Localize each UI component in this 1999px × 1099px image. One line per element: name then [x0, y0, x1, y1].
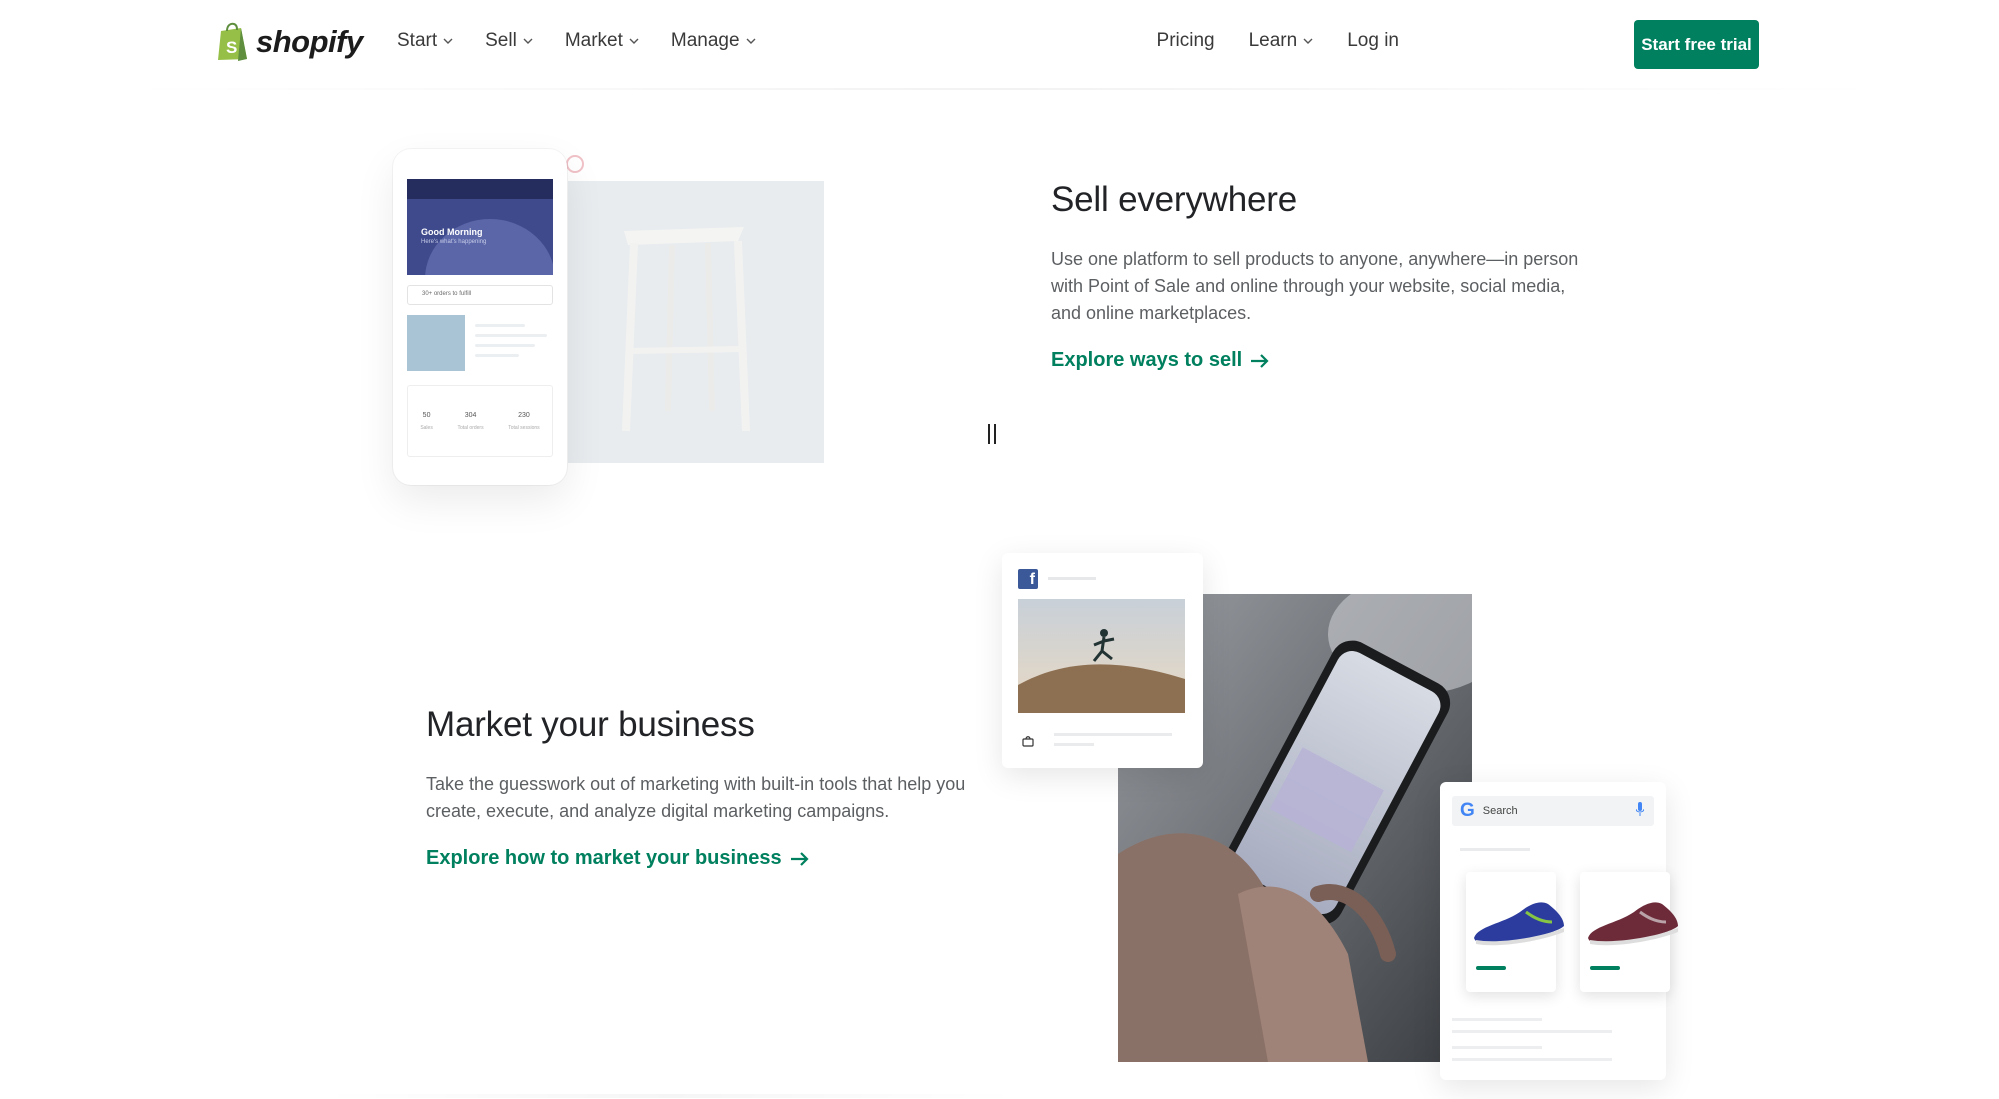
- nav-manage-label: Manage: [670, 30, 740, 51]
- market-your-business-section: Market your business Take the guesswork …: [426, 705, 966, 870]
- page: S shopify Start Sell Market Manage Prici…: [0, 0, 1999, 1099]
- explore-how-to-market-link[interactable]: Explore how to market your business: [426, 847, 810, 870]
- placeholder-line: [475, 344, 535, 347]
- stat-orders: 304 Total orders: [457, 398, 483, 456]
- logo-text: shopify: [256, 24, 363, 59]
- stat-value: 230: [518, 412, 530, 419]
- chevron-down-icon: [1303, 38, 1313, 44]
- chevron-down-icon: [746, 38, 756, 44]
- price-bar: [1590, 966, 1620, 970]
- placeholder-line: [1054, 733, 1172, 736]
- placeholder-line: [1054, 743, 1094, 746]
- phone-top-bar: [407, 179, 553, 199]
- shoe-product-card-blue[interactable]: [1466, 872, 1564, 992]
- placeholder-line: [1452, 1018, 1542, 1021]
- blue-shoe-image: [1474, 902, 1564, 946]
- profile-icon: [566, 155, 584, 173]
- shopify-logo[interactable]: S shopify: [216, 22, 363, 62]
- header-divider: [118, 88, 1890, 90]
- section-divider: [320, 1094, 1020, 1098]
- stat-value: 304: [464, 412, 477, 419]
- shopify-bag-icon: S: [218, 22, 247, 61]
- facebook-icon: f: [1018, 569, 1038, 589]
- sell-everywhere-section: Sell everywhere Use one platform to sell…: [1051, 180, 1591, 372]
- nav-market-label: Market: [564, 30, 623, 51]
- arrow-right-icon: [1251, 353, 1269, 368]
- facebook-ad-image: [1018, 599, 1185, 713]
- pause-bar: [988, 424, 990, 444]
- chevron-down-icon: [629, 38, 639, 44]
- stat-label: Total orders: [457, 425, 484, 431]
- placeholder-line: [475, 324, 525, 327]
- stat-sales: 50 Sales: [420, 398, 433, 456]
- phone-dashboard-header: Good Morning Here's what's happening: [407, 179, 553, 275]
- google-shopping-card: G Search: [1440, 782, 1678, 1080]
- nav-learn-label: Learn: [1248, 30, 1298, 51]
- bag-icon: [1022, 736, 1034, 747]
- stat-sessions: 230 Total sessions: [508, 398, 539, 456]
- pause-icon[interactable]: [988, 424, 996, 444]
- price-bar: [1476, 966, 1506, 970]
- shoe-product-card-maroon[interactable]: [1580, 872, 1678, 992]
- placeholder-line: [1452, 1058, 1612, 1061]
- nav-sell-label: Sell: [485, 30, 517, 51]
- primary-nav: Start Sell Market Manage: [397, 30, 756, 52]
- nav-pricing[interactable]: Pricing: [1157, 30, 1215, 52]
- nav-sell[interactable]: Sell: [485, 30, 533, 52]
- chevron-down-icon: [443, 38, 453, 44]
- market-your-business-description: Take the guesswork out of marketing with…: [426, 774, 966, 821]
- nav-start-label: Start: [397, 30, 438, 51]
- placeholder-line: [1048, 577, 1096, 580]
- placeholder-line: [475, 354, 519, 357]
- sell-everywhere-title: Sell everywhere: [1051, 180, 1297, 219]
- phone-product-thumbnail: [407, 315, 465, 371]
- nav-start[interactable]: Start: [397, 30, 453, 52]
- placeholder-line: [1452, 1030, 1612, 1033]
- nav-market[interactable]: Market: [565, 30, 639, 52]
- explore-ways-to-sell-link[interactable]: Explore ways to sell: [1051, 349, 1270, 372]
- google-search-placeholder: Search: [1482, 805, 1518, 817]
- mic-icon: [1636, 802, 1644, 816]
- stool-product-photo: [568, 181, 824, 463]
- phone-mockup: Good Morning Here's what's happening 30+…: [393, 149, 567, 485]
- sell-everywhere-description: Use one platform to sell products to any…: [1051, 249, 1579, 323]
- top-navigation: S shopify Start Sell Market Manage Prici…: [0, 0, 1999, 90]
- pause-bar: [994, 424, 996, 444]
- placeholder-line: [1460, 848, 1530, 851]
- arrow-right-icon: [790, 851, 809, 866]
- stool-illustration: [568, 181, 824, 463]
- phone-placeholder-lines: [475, 324, 547, 364]
- google-search-bar[interactable]: G Search: [1452, 796, 1654, 826]
- phone-subtitle: Here's what's happening: [421, 239, 487, 245]
- market-your-business-title: Market your business: [426, 705, 755, 744]
- runner-illustration: [1018, 599, 1185, 713]
- facebook-ad-card: f: [1002, 553, 1203, 768]
- stat-label: Total sessions: [508, 425, 540, 431]
- secondary-nav: Pricing Learn Log in: [1157, 30, 1399, 52]
- nav-learn[interactable]: Learn: [1249, 30, 1314, 52]
- phone-greeting: Good Morning: [421, 227, 483, 237]
- explore-how-to-market-label: Explore how to market your business: [426, 847, 782, 869]
- nav-manage[interactable]: Manage: [671, 30, 756, 52]
- placeholder-line: [475, 334, 547, 337]
- stat-label: Sales: [420, 425, 433, 431]
- stat-value: 50: [422, 412, 431, 419]
- phone-stats: 50 Sales 304 Total orders 230 Total sess…: [407, 385, 553, 457]
- google-icon: G: [1460, 800, 1475, 821]
- start-free-trial-button[interactable]: Start free trial: [1634, 20, 1759, 69]
- placeholder-line: [1452, 1046, 1542, 1049]
- nav-login[interactable]: Log in: [1347, 30, 1399, 52]
- svg-text:S: S: [226, 38, 237, 57]
- phone-orders-row: 30+ orders to fulfill: [407, 285, 553, 305]
- explore-ways-to-sell-label: Explore ways to sell: [1051, 349, 1243, 371]
- chevron-down-icon: [523, 38, 533, 44]
- maroon-shoe-image: [1588, 902, 1678, 946]
